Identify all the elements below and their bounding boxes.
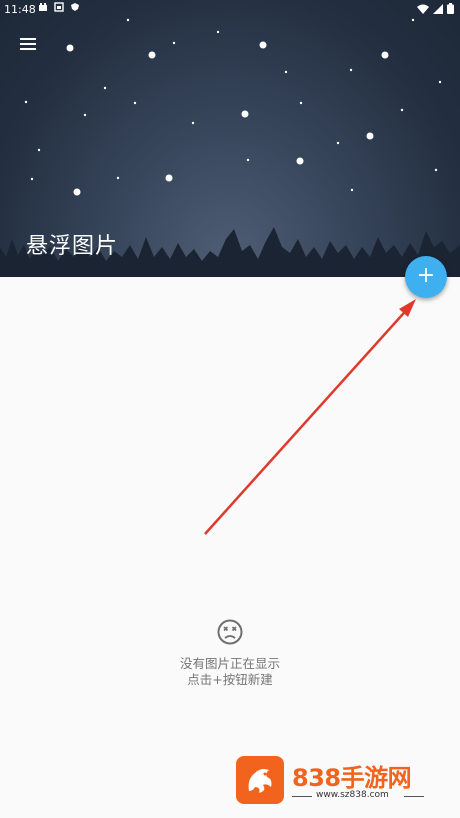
status-bar: 11:48 (0, 0, 460, 20)
plus-icon: + (416, 263, 436, 288)
hamburger-menu-icon (20, 38, 36, 50)
empty-state: 没有图片正在显示 点击+按钮新建 (0, 618, 460, 688)
site-watermark: 838手游网 www.sz838.com (236, 756, 436, 806)
notification-app-icon (39, 3, 47, 11)
add-image-fab[interactable]: + (405, 256, 447, 298)
watermark-title: 838手游网 (292, 764, 412, 792)
signal-icon (433, 3, 443, 14)
dragon-logo-icon (236, 756, 284, 804)
status-time: 11:48 (4, 3, 36, 16)
sad-face-icon (217, 619, 243, 645)
watermark-divider-right (404, 796, 424, 797)
wifi-icon (417, 4, 429, 14)
empty-hint: 点击+按钮新建 (187, 672, 273, 687)
battery-icon (447, 3, 454, 14)
menu-button[interactable] (14, 32, 42, 56)
header-banner: 11:48 悬浮图片 (0, 0, 460, 277)
page-title: 悬浮图片 (26, 234, 119, 259)
watermark-divider-left (292, 796, 312, 797)
empty-message: 没有图片正在显示 (179, 656, 280, 671)
notification-shield-icon (71, 3, 79, 11)
notification-image-icon (54, 2, 64, 12)
watermark-url: www.sz838.com (316, 790, 389, 800)
